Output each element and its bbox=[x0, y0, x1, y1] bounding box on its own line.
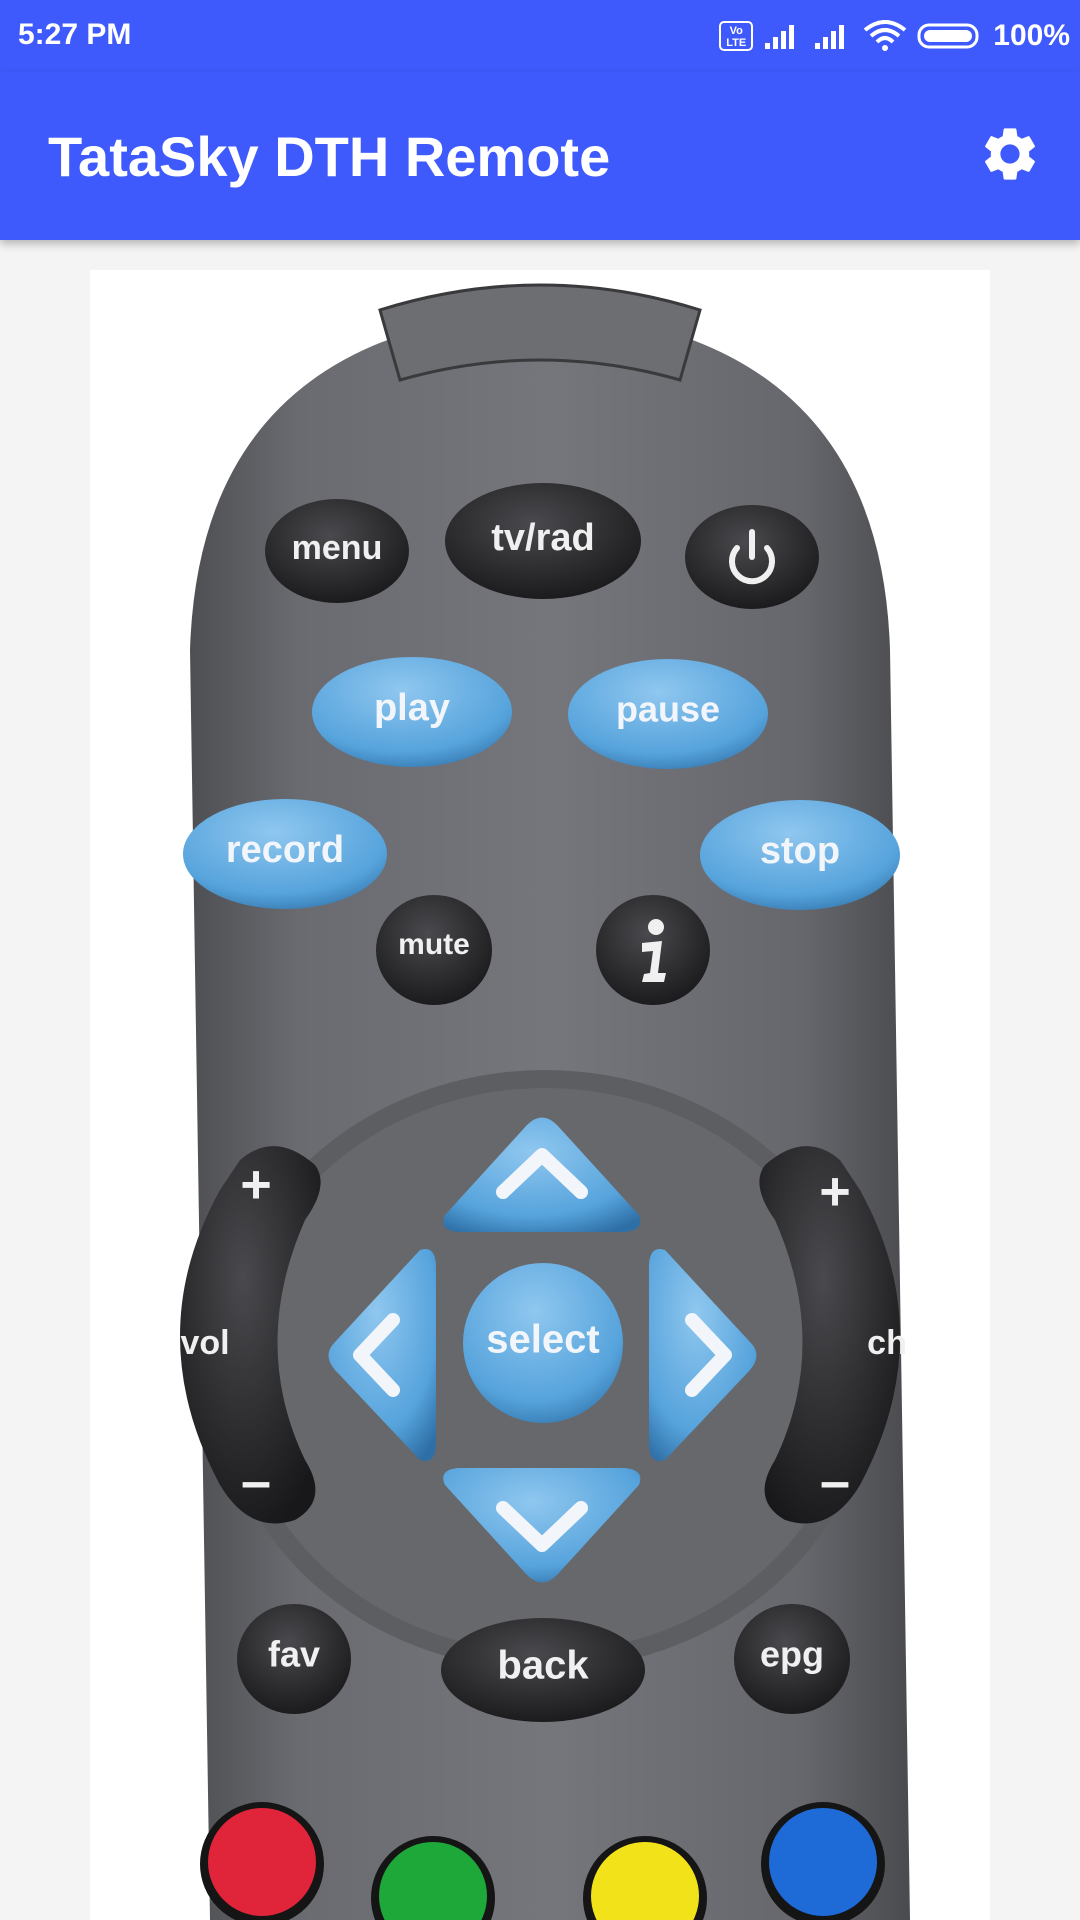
app-title: TataSky DTH Remote bbox=[48, 125, 611, 188]
channel-label: ch bbox=[867, 1324, 907, 1362]
pause-label: pause bbox=[616, 689, 720, 730]
back-label: back bbox=[497, 1644, 589, 1688]
record-button[interactable]: record bbox=[183, 799, 387, 909]
status-bar: 5:27 PM Vo LTE 100% bbox=[0, 0, 1080, 72]
battery-icon bbox=[917, 23, 979, 49]
status-icons: Vo LTE 100% bbox=[719, 16, 1070, 56]
epg-button[interactable]: epg bbox=[734, 1604, 850, 1714]
status-time: 5:27 PM bbox=[18, 18, 132, 51]
signal-icon-2 bbox=[815, 25, 845, 49]
fav-button[interactable]: fav bbox=[237, 1604, 351, 1714]
volte-icon: Vo LTE bbox=[719, 21, 754, 51]
app-bar: TataSky DTH Remote bbox=[0, 72, 1080, 240]
mute-button[interactable]: mute bbox=[376, 895, 492, 1005]
volume-down-label: – bbox=[241, 1451, 271, 1511]
stop-button[interactable]: stop bbox=[700, 800, 900, 910]
record-label: record bbox=[226, 829, 344, 871]
power-button[interactable] bbox=[685, 505, 819, 609]
mute-label: mute bbox=[398, 928, 470, 961]
stop-label: stop bbox=[760, 830, 840, 872]
back-button[interactable]: back bbox=[441, 1618, 645, 1722]
pause-button[interactable]: pause bbox=[568, 659, 768, 769]
info-button[interactable] bbox=[596, 895, 710, 1005]
channel-up-label: + bbox=[819, 1161, 851, 1221]
tvrad-button[interactable]: tv/rad bbox=[445, 483, 641, 599]
menu-label: menu bbox=[292, 529, 383, 567]
battery-percent: 100% bbox=[993, 19, 1070, 52]
play-button[interactable]: play bbox=[312, 657, 512, 767]
select-label: select bbox=[486, 1318, 599, 1362]
volume-label: vol bbox=[180, 1324, 229, 1362]
remote-image: menu tv/rad play pause record stop mute … bbox=[90, 270, 990, 1920]
volume-up-label: + bbox=[240, 1154, 272, 1214]
channel-down-label: – bbox=[820, 1451, 850, 1511]
signal-icon bbox=[765, 25, 795, 49]
fav-label: fav bbox=[268, 1634, 320, 1675]
select-button[interactable]: select bbox=[463, 1263, 623, 1423]
tvrad-label: tv/rad bbox=[491, 517, 594, 559]
gear-icon[interactable] bbox=[978, 122, 1042, 186]
wifi-icon bbox=[864, 20, 907, 51]
epg-label: epg bbox=[760, 1634, 824, 1675]
play-label: play bbox=[374, 687, 450, 729]
remote-body: menu tv/rad play pause record stop mute … bbox=[180, 283, 910, 1920]
menu-button[interactable]: menu bbox=[265, 499, 409, 603]
